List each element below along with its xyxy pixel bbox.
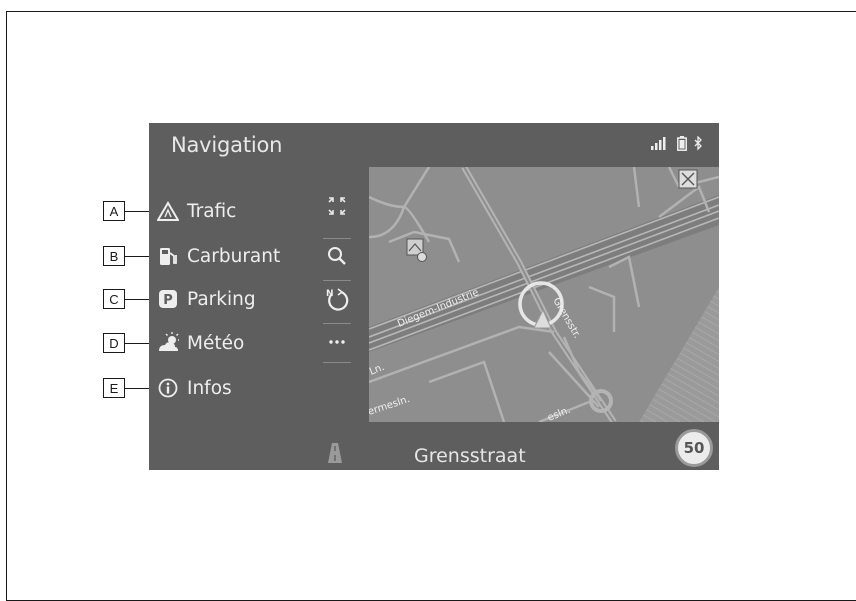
fuel-pump-icon xyxy=(157,245,179,267)
screen-title: Navigation xyxy=(171,133,283,157)
road-ahead-icon xyxy=(328,443,342,463)
signal-bars-icon xyxy=(651,137,666,150)
menu-label-carburant: Carburant xyxy=(187,245,281,267)
svg-text:N: N xyxy=(326,289,334,299)
parking-icon: P xyxy=(157,288,179,310)
current-street-name: Grensstraat xyxy=(414,445,526,467)
search-button[interactable] xyxy=(316,237,358,275)
menu-label-meteo: Météo xyxy=(187,332,245,354)
fullscreen-button[interactable] xyxy=(316,187,358,225)
compass-button[interactable]: N xyxy=(316,281,358,319)
search-icon xyxy=(328,247,346,265)
more-options-button[interactable] xyxy=(316,323,358,361)
callout-e: E xyxy=(103,378,125,398)
map-control-rail: N xyxy=(316,165,358,470)
status-bar xyxy=(651,135,703,151)
traffic-warning-icon xyxy=(157,200,179,222)
menu-item-parking[interactable]: P Parking xyxy=(157,285,256,313)
bluetooth-icon xyxy=(694,135,702,151)
more-options-icon xyxy=(329,340,345,344)
callout-d: D xyxy=(103,333,125,353)
menu-item-infos[interactable]: Infos xyxy=(157,374,232,402)
compass-north-icon: N xyxy=(326,288,349,311)
map-canvas: Diegem-Industrie Ln. ermesln. Grensstr. … xyxy=(369,167,719,422)
navigation-screen: Navigation Trafic Carburant P Parking Mé… xyxy=(149,123,719,470)
menu-item-trafic[interactable]: Trafic xyxy=(157,197,236,225)
rail-divider xyxy=(323,362,351,363)
menu-label-trafic: Trafic xyxy=(187,200,237,222)
menu-item-carburant[interactable]: Carburant xyxy=(157,242,280,270)
map-view[interactable]: Diegem-Industrie Ln. ermesln. Grensstr. … xyxy=(369,167,719,422)
speed-limit-sign: 50 xyxy=(675,429,713,467)
info-icon xyxy=(157,377,179,399)
menu-label-parking: Parking xyxy=(187,288,256,310)
callout-a: A xyxy=(103,201,125,221)
svg-text:P: P xyxy=(163,293,173,308)
callout-c: C xyxy=(103,289,125,309)
menu-label-infos: Infos xyxy=(187,377,232,399)
callout-b: B xyxy=(103,246,125,266)
fullscreen-icon xyxy=(328,197,346,215)
poi-restaurant-icon xyxy=(678,169,698,189)
menu-item-meteo[interactable]: Météo xyxy=(157,329,244,357)
weather-icon xyxy=(157,332,179,354)
battery-icon xyxy=(677,135,687,151)
